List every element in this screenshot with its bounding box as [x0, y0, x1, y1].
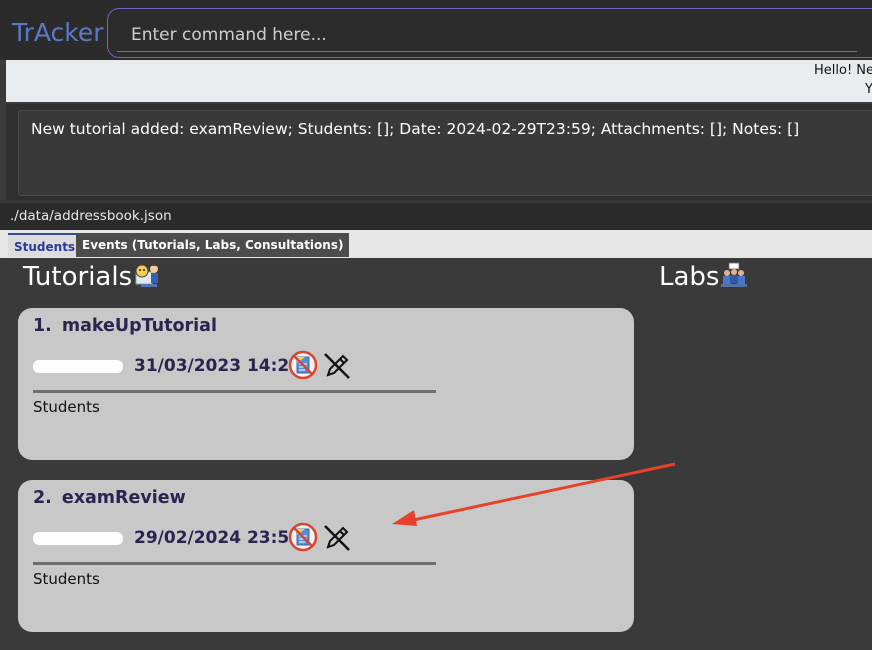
tutorial-progress-bar	[33, 532, 123, 545]
no-attachment-icon[interactable]	[288, 350, 318, 384]
tutorial-date: 29/02/2024 23:59	[134, 528, 302, 548]
tutorial-index: 2.	[33, 488, 52, 508]
app-title: TrAcker	[12, 18, 104, 47]
tutorial-index: 1.	[33, 316, 52, 336]
students-label: Students	[33, 570, 100, 588]
lab-group-icon	[718, 262, 750, 294]
progress-fill	[33, 360, 123, 373]
progress-fill	[33, 532, 123, 545]
tutorial-header: 2. examReview	[33, 488, 186, 508]
tab-students[interactable]: Students	[8, 233, 82, 257]
result-panel: New tutorial added: examReview; Students…	[6, 104, 872, 200]
tutorial-name: makeUpTutorial	[61, 316, 217, 336]
labs-heading: Labs	[659, 262, 720, 292]
no-attachment-icon[interactable]	[288, 522, 318, 556]
no-edit-icon[interactable]	[321, 522, 353, 558]
result-display[interactable]: New tutorial added: examReview; Students…	[18, 110, 872, 196]
tutorial-name: examReview	[61, 488, 186, 508]
greeting-panel: Hello! Ne Yo	[6, 60, 872, 102]
tab-events[interactable]: Events (Tutorials, Labs, Consultations)	[76, 233, 350, 257]
status-bar-path: ./data/addressbook.json	[0, 203, 872, 230]
tutorial-header: 1. makeUpTutorial	[33, 316, 217, 336]
tutorial-card[interactable]: 1. makeUpTutorial 31/03/2023 14:23 Studen…	[18, 308, 634, 460]
tutorial-date: 31/03/2023 14:23	[134, 356, 302, 376]
tab-bar: Students Events (Tutorials, Labs, Consul…	[0, 230, 872, 258]
card-divider	[33, 390, 436, 393]
tutorial-progress-bar	[33, 360, 123, 373]
no-edit-icon[interactable]	[321, 350, 353, 386]
card-divider	[33, 562, 436, 565]
greeting-line-1: Hello! Ne	[814, 63, 872, 78]
red-arrow-annotation	[390, 458, 680, 534]
students-label: Students	[33, 398, 100, 416]
command-input[interactable]	[117, 18, 857, 52]
tutorials-heading: Tutorials	[23, 262, 133, 292]
teacher-icon	[133, 262, 163, 294]
greeting-line-2: Yo	[865, 82, 872, 97]
